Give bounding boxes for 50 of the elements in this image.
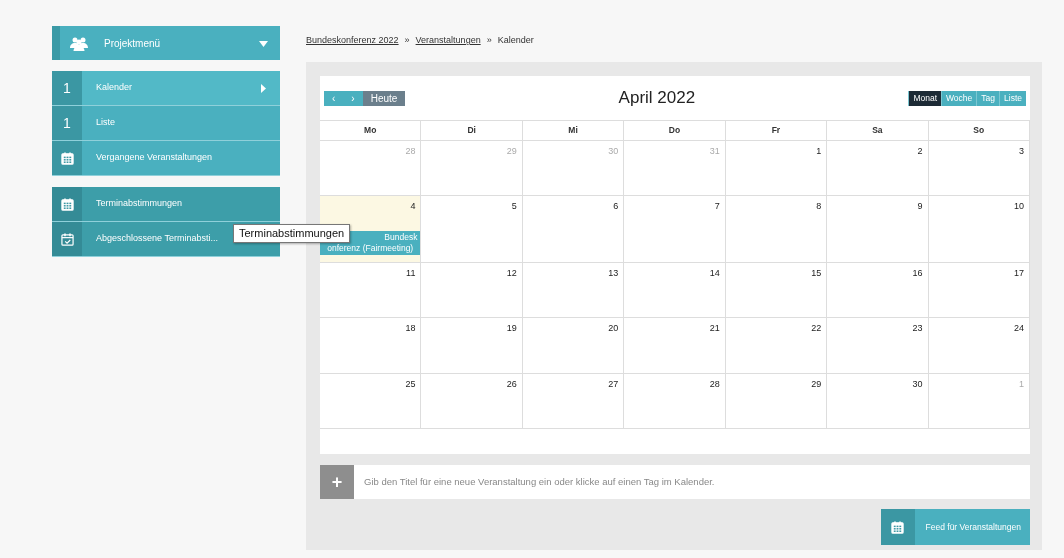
day-number: 31 — [708, 145, 720, 158]
day-number: 17 — [1013, 267, 1024, 280]
day-number: 1 — [1018, 378, 1024, 391]
day-number: 10 — [1013, 200, 1024, 213]
weekday-header: Mo — [320, 120, 422, 140]
tooltip: Terminabstimmungen — [233, 224, 351, 243]
day-number: 4 — [409, 200, 416, 213]
menu-title: Projektmenü — [104, 36, 162, 51]
day-number: 3 — [1018, 145, 1024, 158]
day-number: 15 — [810, 267, 822, 280]
weekday-header: So — [928, 120, 1030, 140]
calendar-title: April 2022 — [618, 87, 696, 110]
count-badge: 1 — [52, 106, 82, 140]
weekday-header: Fr — [725, 120, 828, 140]
day-number: 29 — [505, 145, 517, 158]
day-number: 5 — [510, 200, 517, 213]
day-number: 16 — [911, 267, 923, 280]
day-number: 8 — [815, 200, 822, 213]
breadcrumb-text: » — [404, 34, 410, 47]
breadcrumb-text: Kalender — [497, 34, 534, 47]
weekday-header: Do — [624, 120, 726, 140]
day-number: 1 — [815, 145, 822, 158]
day-number: 14 — [708, 267, 720, 280]
day-number: 11 — [405, 267, 416, 280]
day-number: 25 — [404, 378, 416, 391]
day-number: 30 — [911, 378, 923, 391]
count-badge: 1 — [52, 71, 82, 105]
day-number: 19 — [505, 322, 517, 335]
day-number: 22 — [810, 322, 822, 335]
breadcrumb-text: » — [486, 34, 492, 47]
weekday-header: Di — [421, 120, 523, 140]
weekday-header: Mi — [522, 120, 625, 140]
day-number: 29 — [810, 378, 822, 391]
day-number: 24 — [1013, 322, 1024, 335]
day-number: 27 — [607, 378, 619, 391]
day-number: 6 — [612, 200, 619, 213]
day-number: 13 — [607, 267, 619, 280]
day-number: 30 — [607, 145, 619, 158]
day-number: 26 — [505, 378, 517, 391]
day-number: 28 — [708, 378, 720, 391]
day-number: 21 — [708, 322, 720, 335]
day-number: 12 — [505, 267, 517, 280]
day-number: 23 — [911, 322, 923, 335]
day-number: 2 — [916, 145, 923, 158]
day-number: 18 — [404, 322, 416, 335]
weekday-header: Sa — [827, 120, 929, 140]
day-number: 20 — [607, 322, 619, 335]
day-number: 28 — [404, 145, 416, 158]
day-number: 7 — [713, 200, 720, 213]
day-number: 9 — [916, 200, 923, 213]
